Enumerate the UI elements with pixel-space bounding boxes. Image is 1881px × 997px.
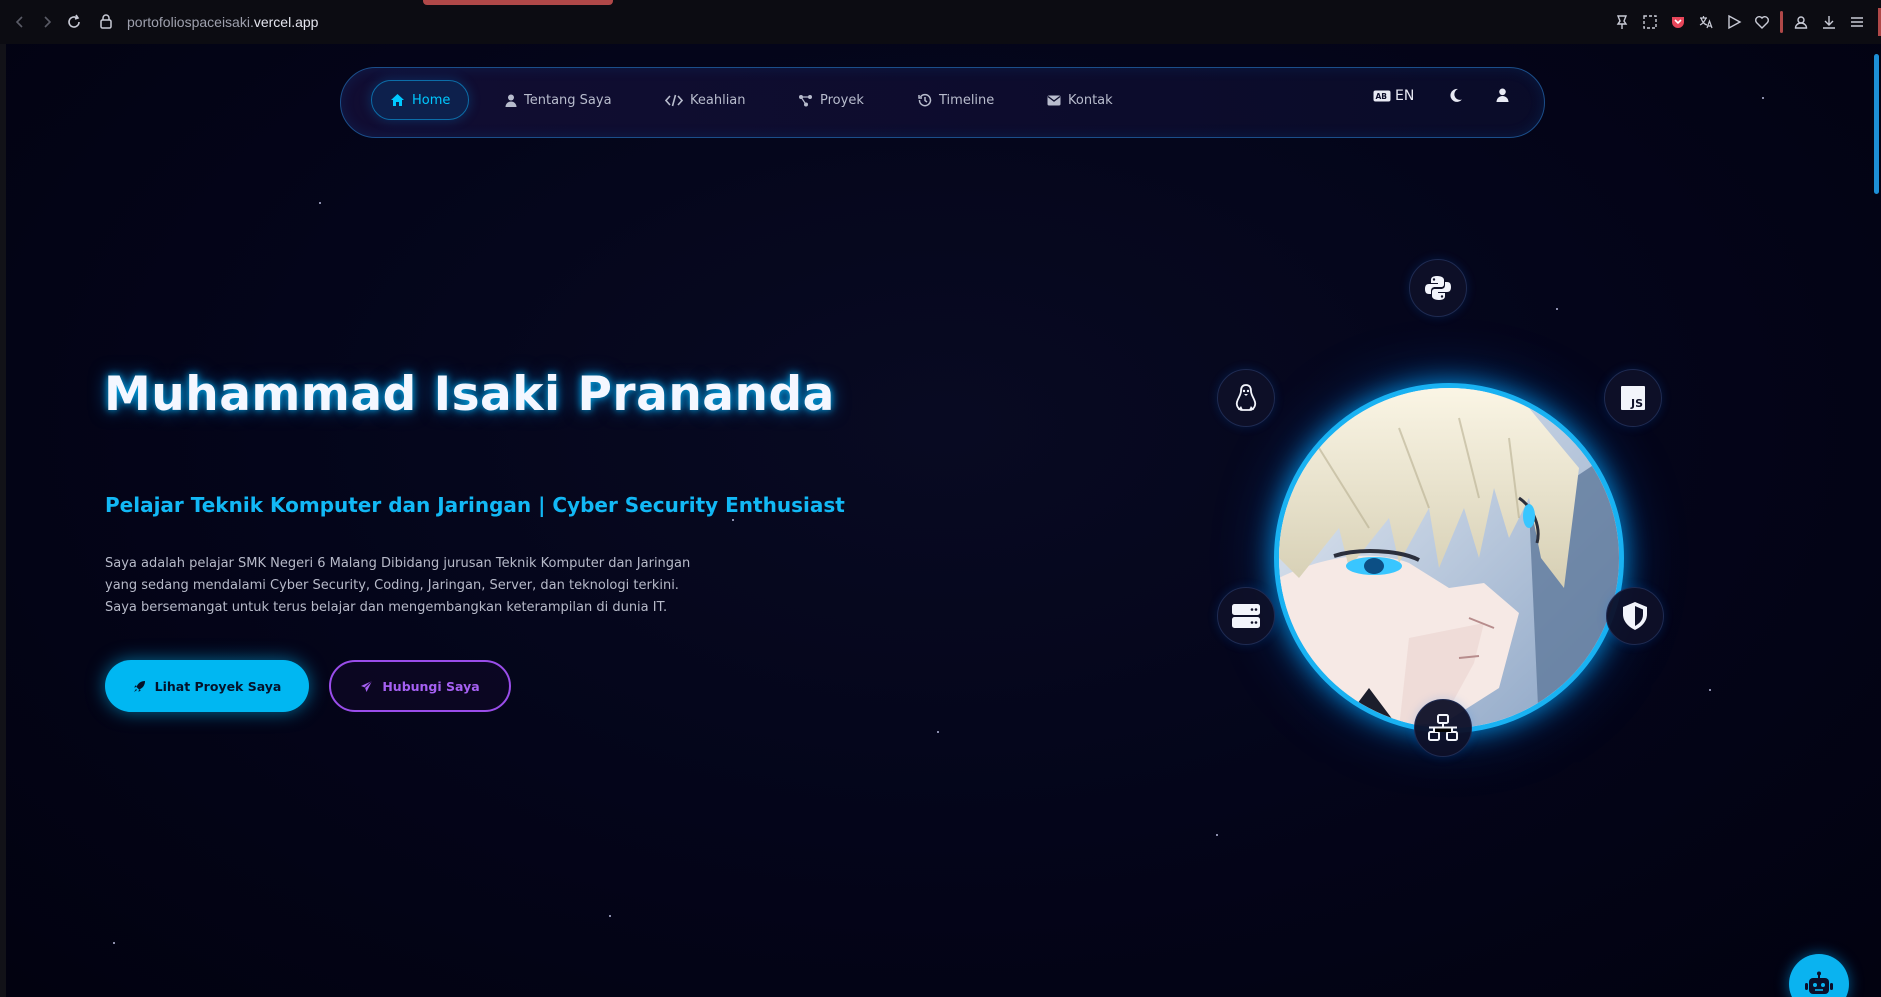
view-projects-button[interactable]: Lihat Proyek Saya — [105, 660, 309, 712]
mail-icon — [1047, 95, 1061, 105]
hero-description-line: yang sedang mendalami Cyber Security, Co… — [105, 578, 679, 593]
nav-label-tentang-saya: Tentang Saya — [524, 92, 612, 108]
hero-description-line: Saya bersemangat untuk terus belajar dan… — [105, 600, 668, 615]
svg-text:JS: JS — [1630, 397, 1643, 410]
nav-label-kontak: Kontak — [1068, 92, 1113, 108]
language-icon: AB — [1373, 90, 1391, 102]
page-viewport: Home Tentang Saya Keahlian Proyek Timeli… — [6, 44, 1881, 997]
hero-description-line: Saya adalah pelajar SMK Negeri 6 Malang … — [105, 556, 691, 571]
nav-item-keahlian[interactable]: Keahlian — [647, 80, 764, 120]
browser-toolbar: portofoliospaceisaki.vercel.app — [0, 0, 1881, 44]
toolbar-separator — [1780, 11, 1783, 33]
moon-icon — [1450, 88, 1462, 102]
nav-label-home: Home — [412, 92, 451, 108]
view-projects-label: Lihat Proyek Saya — [154, 678, 282, 694]
project-icon — [799, 94, 812, 106]
nav-label-proyek: Proyek — [820, 92, 864, 108]
chatbot-button[interactable] — [1789, 954, 1849, 997]
pocket-icon[interactable] — [1668, 11, 1688, 33]
url-domain: vercel.app — [253, 14, 319, 30]
lock-icon — [99, 13, 113, 34]
forward-icon[interactable] — [37, 12, 57, 32]
nav-label-keahlian: Keahlian — [690, 92, 746, 108]
language-label: EN — [1395, 88, 1415, 104]
server-icon — [1217, 587, 1275, 645]
translate-icon[interactable] — [1696, 11, 1716, 33]
hero-subtitle: Pelajar Teknik Komputer dan Jaringan | C… — [105, 493, 845, 517]
home-icon — [391, 94, 404, 106]
menu-icon[interactable] — [1847, 11, 1867, 33]
language-toggle[interactable]: AB EN — [1373, 88, 1414, 104]
nav-item-proyek[interactable]: Proyek — [780, 80, 882, 120]
contact-me-button[interactable]: Hubungi Saya — [329, 660, 511, 712]
nav-item-kontak[interactable]: Kontak — [1029, 80, 1131, 120]
linux-icon — [1217, 369, 1275, 427]
main-navbar: Home Tentang Saya Keahlian Proyek Timeli… — [340, 67, 1545, 138]
address-bar[interactable]: portofoliospaceisaki.vercel.app — [127, 14, 318, 30]
active-tab-indicator — [423, 0, 613, 5]
network-icon — [1414, 699, 1472, 757]
back-icon[interactable] — [10, 12, 30, 32]
svg-text:AB: AB — [1376, 92, 1388, 101]
reload-icon[interactable] — [64, 12, 84, 32]
url-prefix: portofoliospaceisaki. — [127, 14, 254, 30]
profile-icon[interactable] — [1791, 11, 1811, 33]
heart-icon[interactable] — [1752, 11, 1772, 33]
download-icon[interactable] — [1819, 11, 1839, 33]
code-icon — [665, 94, 683, 106]
extension-toolbar — [1612, 11, 1867, 33]
nav-label-timeline: Timeline — [939, 92, 995, 108]
shield-icon — [1606, 587, 1664, 645]
theme-toggle[interactable] — [1449, 88, 1463, 103]
profile-avatar — [1274, 383, 1624, 733]
nav-item-home[interactable]: Home — [371, 80, 470, 120]
javascript-icon: JS — [1604, 369, 1662, 427]
page-scrollbar[interactable] — [1874, 54, 1879, 194]
user-icon — [505, 94, 517, 107]
paper-plane-icon — [361, 680, 373, 692]
nav-item-timeline[interactable]: Timeline — [900, 80, 1012, 120]
account-button[interactable] — [1496, 88, 1509, 102]
hero-description: Saya adalah pelajar SMK Negeri 6 Malang … — [105, 553, 745, 619]
bookmark-pin-icon[interactable] — [1612, 11, 1632, 33]
history-icon — [918, 93, 932, 107]
user-icon — [1496, 88, 1509, 102]
python-icon — [1409, 259, 1467, 317]
hero-title: Muhammad Isaki Prananda — [104, 367, 835, 422]
rocket-icon — [133, 680, 145, 692]
screenshot-icon[interactable] — [1640, 11, 1660, 33]
robot-icon — [1805, 971, 1833, 994]
contact-me-label: Hubungi Saya — [382, 678, 480, 694]
send-icon[interactable] — [1724, 11, 1744, 33]
nav-item-tentang-saya[interactable]: Tentang Saya — [487, 80, 630, 120]
